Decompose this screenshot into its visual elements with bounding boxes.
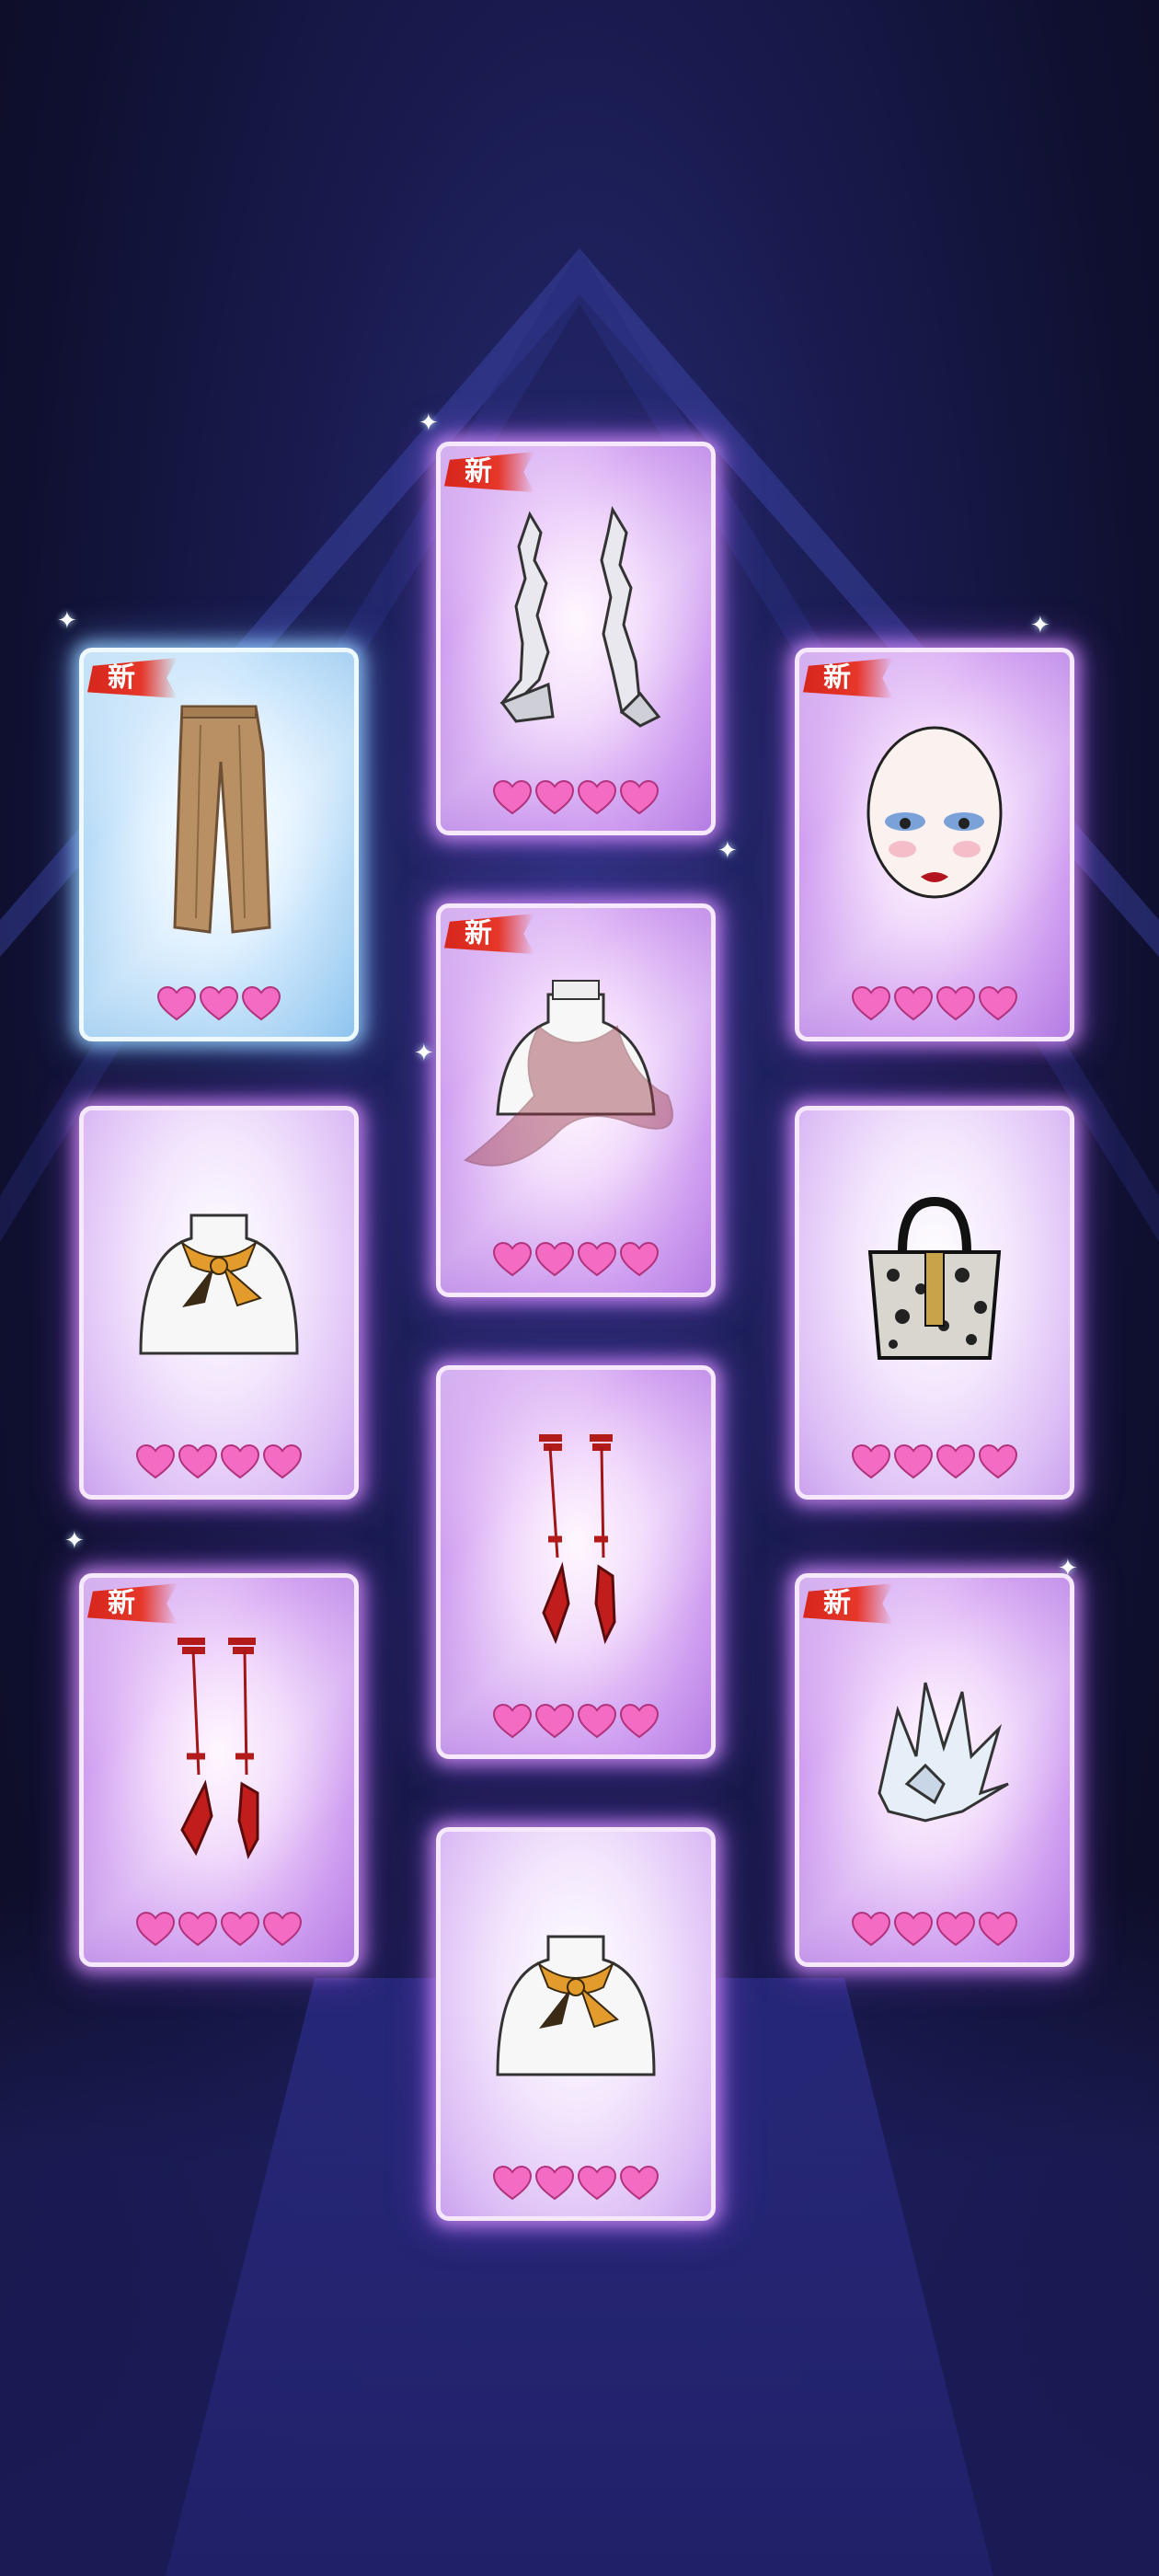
- heart-icon: [893, 985, 934, 1021]
- sparkle-icon: ✦: [414, 1040, 434, 1067]
- heart-icon: [978, 1443, 1018, 1479]
- heart-icon: [534, 1241, 575, 1277]
- heart-icon: [935, 1443, 976, 1479]
- heart-icon: [156, 985, 197, 1021]
- heart-icon: [851, 1911, 891, 1947]
- sparkle-icon: ✦: [717, 837, 738, 865]
- star-rating: [799, 1911, 1070, 1948]
- item-card-silk-scarf[interactable]: [79, 1106, 359, 1500]
- heart-icon: [492, 779, 533, 815]
- heart-icon: [534, 779, 575, 815]
- red-heels-icon: [84, 1615, 354, 1880]
- item-card-pants[interactable]: 新: [79, 648, 359, 1041]
- heart-icon: [577, 779, 617, 815]
- item-card-crystal-headpiece[interactable]: 新: [795, 1573, 1074, 1967]
- heart-icon: [935, 1911, 976, 1947]
- item-card-sheer-scarf[interactable]: 新: [436, 903, 716, 1297]
- heart-icon: [619, 2165, 660, 2201]
- heart-icon: [935, 985, 976, 1021]
- heart-icon: [619, 1241, 660, 1277]
- heart-icon: [135, 1443, 176, 1479]
- heart-icon: [241, 985, 281, 1021]
- item-card-crystal-heels[interactable]: 新: [436, 442, 716, 835]
- heart-icon: [577, 2165, 617, 2201]
- heart-icon: [534, 2165, 575, 2201]
- heart-icon: [199, 985, 239, 1021]
- red-heels-icon: [441, 1407, 711, 1672]
- heart-icon: [851, 1443, 891, 1479]
- star-rating: [799, 985, 1070, 1022]
- heart-icon: [178, 1911, 218, 1947]
- silk-scarf-icon: [84, 1147, 354, 1412]
- leopard-handbag-icon: [799, 1147, 1070, 1412]
- heart-icon: [851, 985, 891, 1021]
- heart-icon: [262, 1911, 303, 1947]
- heart-icon: [619, 779, 660, 815]
- item-card-handbag[interactable]: [795, 1106, 1074, 1500]
- star-rating: [441, 1241, 711, 1278]
- heart-icon: [619, 1703, 660, 1739]
- crystal-heels-icon: [441, 483, 711, 748]
- silk-scarf-icon: [441, 1869, 711, 2133]
- item-card-red-heels[interactable]: [436, 1365, 716, 1759]
- sparkle-icon: ✦: [1030, 612, 1050, 639]
- crystal-headpiece-icon: [799, 1615, 1070, 1880]
- star-rating: [441, 779, 711, 816]
- heart-icon: [178, 1443, 218, 1479]
- item-card-makeup[interactable]: 新: [795, 648, 1074, 1041]
- item-card-silk-scarf-2[interactable]: [436, 1827, 716, 2221]
- heart-icon: [534, 1703, 575, 1739]
- star-rating: [84, 1443, 354, 1480]
- item-card-red-heels-new[interactable]: 新: [79, 1573, 359, 1967]
- makeup-face-icon: [799, 689, 1070, 954]
- pants-icon: [84, 689, 354, 954]
- star-rating: [84, 1911, 354, 1948]
- heart-icon: [577, 1241, 617, 1277]
- heart-icon: [978, 985, 1018, 1021]
- sheer-scarf-icon: [441, 945, 711, 1210]
- heart-icon: [220, 1911, 260, 1947]
- heart-icon: [135, 1911, 176, 1947]
- sparkle-icon: ✦: [64, 1527, 85, 1555]
- heart-icon: [577, 1703, 617, 1739]
- heart-icon: [893, 1443, 934, 1479]
- star-rating: [441, 2165, 711, 2202]
- sparkle-icon: ✦: [1058, 1555, 1078, 1582]
- star-rating: [84, 985, 354, 1022]
- heart-icon: [492, 2165, 533, 2201]
- heart-icon: [492, 1703, 533, 1739]
- star-rating: [441, 1703, 711, 1740]
- sparkle-icon: ✦: [419, 409, 439, 437]
- heart-icon: [492, 1241, 533, 1277]
- heart-icon: [220, 1443, 260, 1479]
- heart-icon: [893, 1911, 934, 1947]
- sparkle-icon: ✦: [57, 607, 77, 635]
- star-rating: [799, 1443, 1070, 1480]
- heart-icon: [978, 1911, 1018, 1947]
- heart-icon: [262, 1443, 303, 1479]
